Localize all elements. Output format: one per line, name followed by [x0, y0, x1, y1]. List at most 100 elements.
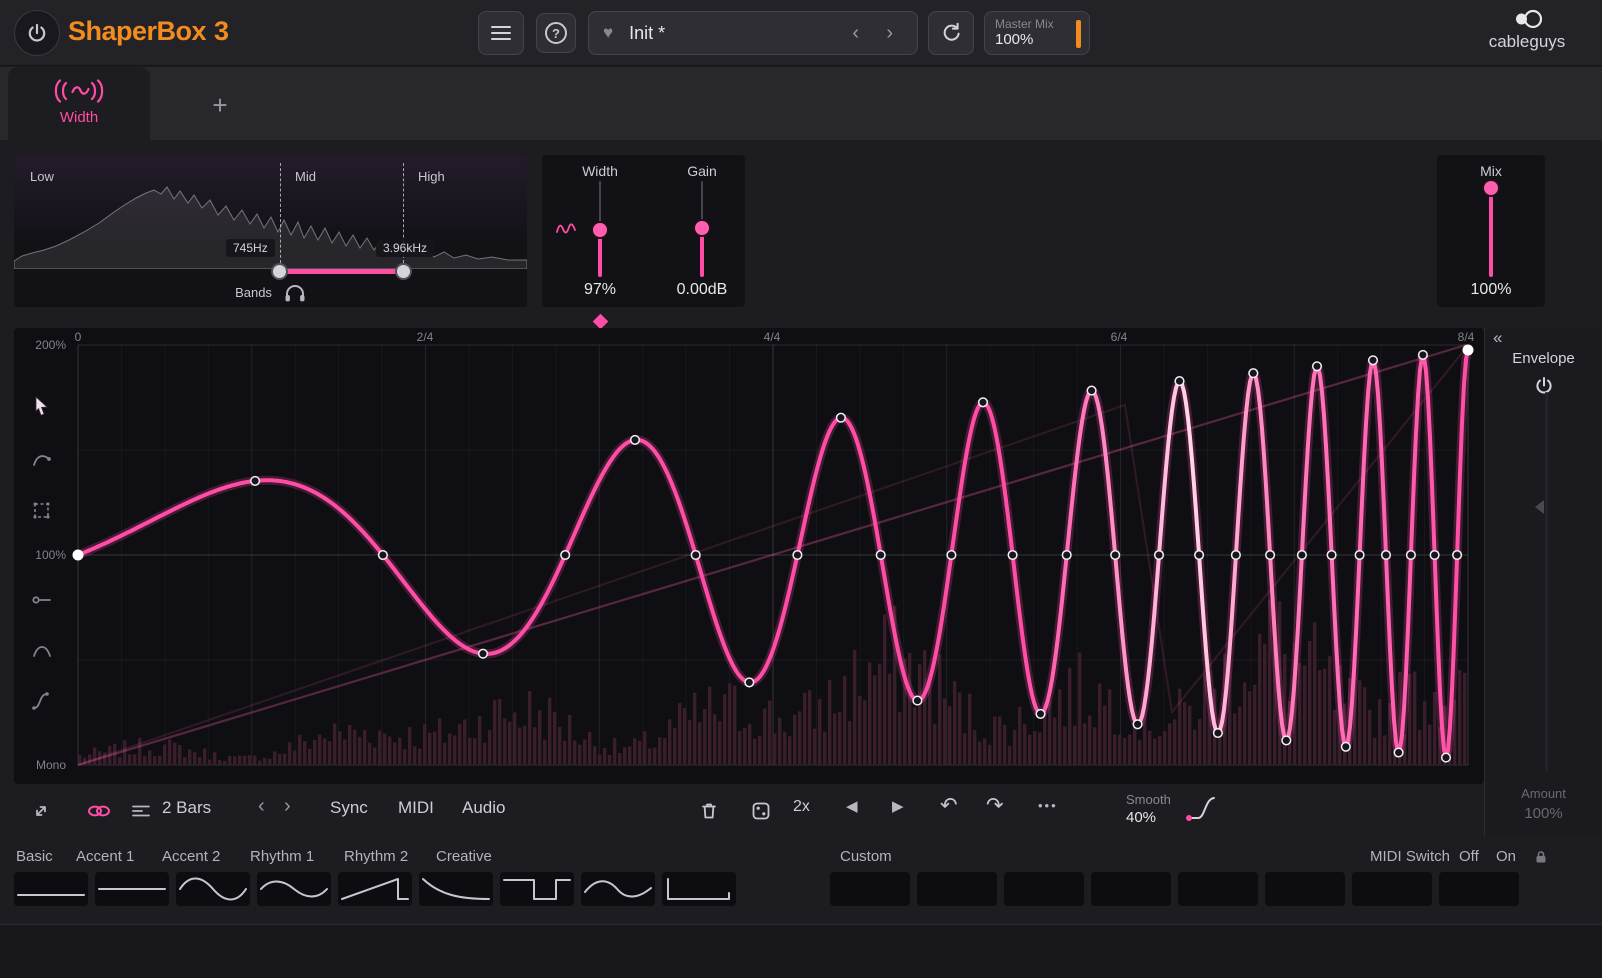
fullscreen-button[interactable] — [22, 792, 60, 830]
midi-switch-on-button[interactable]: On — [1496, 848, 1516, 865]
wave-shape-button-sine[interactable] — [176, 872, 250, 906]
category-creative[interactable]: Creative — [436, 848, 492, 865]
wave-shape-button-pulse[interactable] — [500, 872, 574, 906]
hamburger-icon — [490, 24, 512, 42]
band-spectrum-panel[interactable]: Low Mid High 745Hz 3.96kHz Bands — [14, 155, 527, 307]
band-range-slider[interactable] — [280, 269, 403, 274]
link-icon — [86, 799, 112, 823]
transport-toolbar: 2 Bars ‹ › Sync MIDI Audio 2x ◀ ▶ ↶ ↷ ••… — [0, 784, 1484, 840]
shift-left-button[interactable]: ◀ — [846, 797, 858, 815]
brand-logo: cableguys — [1462, 7, 1592, 52]
flat-mid-wave-icon — [96, 872, 168, 906]
wave-shape-button-ramp-down[interactable] — [419, 872, 493, 906]
wave-editor-canvas[interactable] — [14, 328, 1484, 784]
expand-icon — [29, 799, 53, 823]
category-basic[interactable]: Basic — [16, 848, 53, 865]
trigger-sync-button[interactable]: Sync — [330, 798, 368, 818]
custom-slot-5[interactable] — [1178, 872, 1258, 906]
double-wave-button[interactable]: 2x — [793, 798, 810, 816]
custom-slot-8[interactable] — [1439, 872, 1519, 906]
band-range-handle-high[interactable] — [397, 265, 410, 278]
width-slider-label: Width — [560, 163, 640, 179]
trigger-midi-button[interactable]: MIDI — [398, 798, 434, 818]
mix-slider-label: Mix — [1451, 163, 1531, 179]
menu-button[interactable] — [478, 11, 524, 55]
ab-compare-button[interactable] — [928, 11, 974, 55]
master-mix-slider[interactable] — [1076, 20, 1081, 48]
redo-button[interactable]: ↷ — [986, 793, 1004, 818]
dice-icon — [749, 799, 773, 823]
preset-selector[interactable]: ♥ Init * ‹ › — [588, 11, 918, 55]
mix-slider-fill — [1489, 188, 1493, 277]
mix-slider-handle[interactable] — [1484, 181, 1498, 195]
band-focus-diamond[interactable] — [593, 314, 609, 330]
band-low-label: Low — [30, 169, 54, 184]
envelope-title: Envelope — [1485, 350, 1602, 367]
gain-slider-handle[interactable] — [695, 221, 709, 235]
randomize-button[interactable] — [742, 792, 780, 830]
custom-slot-4[interactable] — [1091, 872, 1171, 906]
shift-right-button[interactable]: ▶ — [892, 797, 904, 815]
freq-mid-high-readout: 3.96kHz — [376, 239, 434, 257]
undo-button[interactable]: ↶ — [940, 793, 958, 818]
smooth-curve-icon[interactable] — [1184, 791, 1218, 825]
custom-label: Custom — [840, 848, 892, 865]
tab-width[interactable]: Width — [8, 67, 150, 140]
preset-prev-button[interactable]: ‹ — [852, 22, 859, 45]
wave-shape-button-ramp-up[interactable] — [338, 872, 412, 906]
band-range-handle-low[interactable] — [273, 265, 286, 278]
wave-shape-button-step-corner[interactable] — [662, 872, 736, 906]
width-lfo-icon — [556, 221, 576, 236]
pulse-wave-icon — [501, 872, 573, 906]
envelope-power-button[interactable] — [1485, 370, 1602, 402]
wave-shape-button-flat-mid[interactable] — [95, 872, 169, 906]
category-rhythm-1[interactable]: Rhythm 1 — [250, 848, 314, 865]
wave-list-button[interactable] — [122, 792, 160, 830]
smooth-value[interactable]: 40% — [1126, 809, 1156, 826]
custom-slot-2[interactable] — [917, 872, 997, 906]
width-slider-handle[interactable] — [593, 223, 607, 237]
clear-wave-button[interactable] — [690, 792, 728, 830]
wave-shape-button-flat-low[interactable] — [14, 872, 88, 906]
midi-switch-off-button[interactable]: Off — [1459, 848, 1479, 865]
help-button[interactable]: ? — [536, 13, 576, 53]
shaperbox-window: ShaperBox3 ? ♥ Init * ‹ › Master Mix 100… — [0, 0, 1602, 978]
more-options-button[interactable]: ••• — [1038, 798, 1058, 813]
master-mix-label: Master Mix — [995, 17, 1054, 31]
favorite-heart-icon[interactable]: ♥ — [603, 23, 613, 43]
category-accent-1[interactable]: Accent 1 — [76, 848, 134, 865]
tab-row: Width + — [0, 67, 1602, 140]
mix-slider-value: 100% — [1451, 281, 1531, 299]
custom-slot-6[interactable] — [1265, 872, 1345, 906]
trigger-audio-button[interactable]: Audio — [462, 798, 505, 818]
category-rhythm-2[interactable]: Rhythm 2 — [344, 848, 408, 865]
master-mix-control[interactable]: Master Mix 100% — [984, 11, 1090, 55]
freq-low-mid-readout: 745Hz — [226, 239, 275, 257]
tab-width-label: Width — [8, 109, 150, 126]
wave-shape-button-sine-soft[interactable] — [257, 872, 331, 906]
midi-lock-icon[interactable] — [1534, 850, 1548, 864]
length-next-button[interactable]: › — [284, 795, 291, 818]
custom-slot-7[interactable] — [1352, 872, 1432, 906]
envelope-amount-marker[interactable] — [1535, 500, 1544, 514]
width-gain-panel: Width Gain 97% 0.00dB — [542, 155, 745, 307]
category-accent-2[interactable]: Accent 2 — [162, 848, 220, 865]
custom-slot-1[interactable] — [830, 872, 910, 906]
mix-panel: Mix 100% — [1437, 155, 1545, 307]
custom-slot-3[interactable] — [1004, 872, 1084, 906]
preset-next-button[interactable]: › — [886, 22, 893, 45]
band-high-label: High — [418, 169, 445, 184]
link-waves-button[interactable] — [80, 792, 118, 830]
add-tab-button[interactable]: + — [200, 85, 240, 125]
envelope-amount-track[interactable] — [1545, 392, 1548, 772]
plugin-power-button[interactable] — [14, 10, 60, 56]
wave-length-selector[interactable]: 2 Bars — [162, 798, 211, 818]
band-split-line-1[interactable] — [280, 163, 281, 263]
headphones-icon[interactable] — [284, 283, 306, 302]
collapse-sidebar-button[interactable]: « — [1493, 328, 1502, 348]
ramp-down-wave-icon — [420, 872, 492, 906]
envelope-amount-value: 100% — [1485, 805, 1602, 822]
length-prev-button[interactable]: ‹ — [258, 795, 265, 818]
trash-icon — [697, 799, 721, 823]
wave-shape-button-smooth[interactable] — [581, 872, 655, 906]
